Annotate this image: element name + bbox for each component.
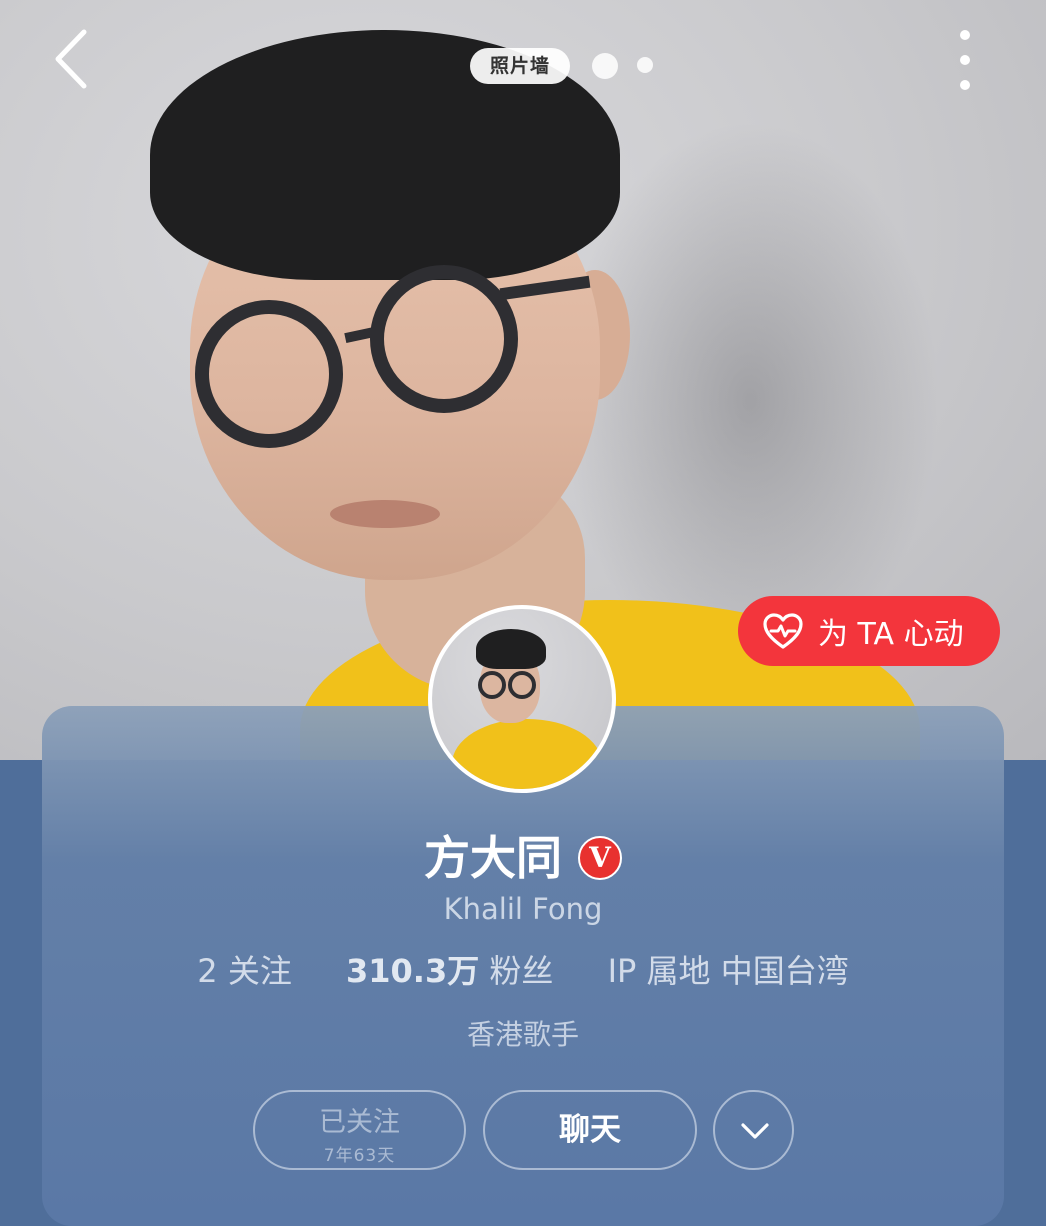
profile-stats: 2 关注 310.3万 粉丝 IP 属地 中国台湾 <box>0 946 1046 992</box>
photo-mouth <box>330 500 440 528</box>
heart-like-button[interactable]: 为 TA 心动 <box>738 596 1000 666</box>
more-dot-icon <box>960 55 970 65</box>
followed-button[interactable]: 已关注 7年63天 <box>253 1090 466 1170</box>
followers-label: 粉丝 <box>489 952 554 990</box>
photo-glasses-left <box>195 300 343 448</box>
top-bar: 照片墙 <box>0 0 1046 130</box>
chevron-down-icon <box>741 1123 769 1139</box>
followers-stat[interactable]: 310.3万 粉丝 <box>346 952 553 990</box>
avatar-image <box>432 609 612 789</box>
following-count: 2 <box>197 952 218 990</box>
chevron-left-icon <box>55 29 87 89</box>
expand-button[interactable] <box>713 1090 794 1170</box>
followed-duration: 7年63天 <box>323 1146 396 1166</box>
heart-like-label: 为 TA 心动 <box>818 617 964 652</box>
avatar-glasses <box>478 671 506 699</box>
page-indicator-dot[interactable] <box>637 57 653 73</box>
avatar[interactable] <box>428 605 616 793</box>
more-options-button[interactable] <box>945 25 985 95</box>
followers-count: 310.3万 <box>346 952 480 990</box>
profile-name-row: 方大同 V <box>0 822 1046 888</box>
following-label: 关注 <box>227 952 292 990</box>
avatar-hair <box>476 629 546 669</box>
chat-button[interactable]: 聊天 <box>483 1090 697 1170</box>
avatar-sweater <box>452 719 602 789</box>
profile-name: 方大同 <box>424 831 562 885</box>
tab-photo-wall[interactable]: 照片墙 <box>470 48 571 84</box>
more-dot-icon <box>960 30 970 40</box>
followed-label: 已关注 <box>319 1107 400 1138</box>
ip-location-label: IP 属地 <box>607 952 711 990</box>
ip-location-value: 中国台湾 <box>720 952 849 990</box>
heart-pulse-icon <box>763 613 803 649</box>
english-name: Khalil Fong <box>443 892 603 926</box>
verified-badge-icon: V <box>578 835 622 880</box>
ip-location: IP 属地 中国台湾 <box>608 952 849 990</box>
page-indicator-dot[interactable] <box>592 53 618 79</box>
back-button[interactable] <box>48 24 108 94</box>
profile-bio: 香港歌手 <box>466 1018 579 1051</box>
photo-glasses-right <box>370 265 518 413</box>
avatar-glasses <box>508 671 536 699</box>
more-dot-icon <box>960 80 970 90</box>
following-stat[interactable]: 2 关注 <box>197 952 292 990</box>
